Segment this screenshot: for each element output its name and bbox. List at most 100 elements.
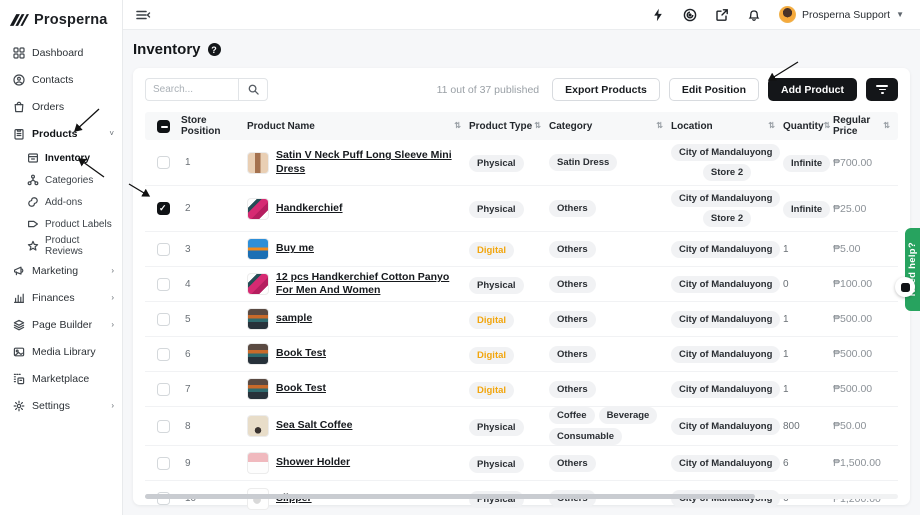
location-cell: City of Mandaluyong: [671, 377, 783, 402]
location-badge: City of Mandaluyong: [671, 144, 781, 161]
category-badge: Others: [549, 310, 596, 328]
row-checkbox[interactable]: [156, 382, 170, 396]
location-cell: City of Mandaluyong: [671, 307, 783, 332]
row-checkbox[interactable]: [156, 156, 170, 169]
product-name-link[interactable]: Shower Holder: [276, 456, 350, 469]
product-type-badge: Physical: [469, 455, 524, 473]
regular-price-value: ₱100.00: [833, 278, 873, 290]
product-name-link[interactable]: Satin V Neck Puff Long Sleeve Mini Dress: [276, 149, 463, 175]
quick-actions-icon[interactable]: [651, 7, 666, 22]
quantity-cell: 1: [783, 313, 789, 325]
category-badge: Satin Dress: [549, 154, 618, 171]
sort-icon[interactable]: ⇅: [768, 122, 775, 130]
product-name-link[interactable]: Book Test: [276, 347, 326, 360]
sidebar-item-orders[interactable]: Orders: [0, 93, 122, 120]
category-badge: Others: [549, 380, 596, 398]
inventory-card: 11 out of 37 published Export Products E…: [133, 68, 910, 510]
view-store-external-link-icon[interactable]: [715, 7, 730, 22]
product-type-badge: Physical: [469, 155, 524, 172]
product-type-badge: Digital: [469, 241, 515, 259]
sidebar-item-contacts[interactable]: Contacts: [0, 66, 122, 93]
notifications-bell-icon[interactable]: [747, 7, 762, 22]
edit-position-button[interactable]: Edit Position: [668, 78, 759, 101]
search-button[interactable]: [238, 78, 268, 101]
sidebar-item-add-ons[interactable]: Add-ons: [0, 191, 122, 213]
export-products-button[interactable]: Export Products: [552, 78, 660, 101]
sort-icon[interactable]: ⇅: [824, 122, 831, 130]
category-cell: Satin Dress: [549, 154, 671, 171]
product-name-link[interactable]: 12 pcs Handkerchief Cotton Panyo For Men…: [276, 271, 463, 297]
brand-logo[interactable]: Prosperna: [0, 0, 122, 30]
row-checkbox[interactable]: [156, 456, 170, 470]
filter-button[interactable]: [866, 78, 898, 101]
sort-icon[interactable]: ⇅: [534, 122, 541, 130]
chat-widget-button[interactable]: [895, 277, 915, 297]
table-body: 1 Satin V Neck Puff Long Sleeve Mini Dre…: [145, 140, 898, 515]
sidebar-item-settings[interactable]: Settings ›: [0, 392, 122, 419]
row-checkbox[interactable]: [156, 242, 170, 256]
top-header: Prosperna Support ▼: [123, 0, 920, 30]
need-help-tab[interactable]: Need help?: [905, 228, 920, 311]
updates-icon[interactable]: [683, 7, 698, 22]
search-icon: [248, 84, 259, 95]
location-badge: City of Mandaluyong: [671, 380, 781, 398]
product-name-link[interactable]: Book Test: [276, 382, 326, 395]
sidebar-item-label: Inventory: [45, 152, 91, 164]
location-badge: City of Mandaluyong: [671, 345, 781, 363]
search-input[interactable]: [145, 78, 238, 101]
column-product-name: Product Name ⇅: [247, 120, 461, 132]
product-type-badge: Digital: [469, 381, 515, 399]
sidebar-item-label: Contacts: [32, 73, 74, 86]
sidebar-item-label: Media Library: [32, 345, 96, 358]
contacts-icon: [12, 73, 25, 86]
location-cell: City of Mandaluyong Store 2: [671, 140, 783, 185]
sidebar-nav: Dashboard Contacts Orders Products ˅ Inventor…: [0, 30, 122, 419]
sidebar-item-label: Settings: [32, 399, 70, 412]
scrollbar-thumb[interactable]: [145, 494, 755, 499]
category-cell: Others: [549, 345, 671, 363]
column-location: Location ⇅: [671, 120, 775, 132]
sidebar-item-finances[interactable]: Finances ›: [0, 284, 122, 311]
product-name-link[interactable]: sample: [276, 312, 312, 325]
table-row: 7 Book Test Digital Others City of Manda…: [145, 372, 898, 407]
sort-icon[interactable]: ⇅: [656, 122, 663, 130]
sort-icon[interactable]: ⇅: [883, 122, 890, 130]
store-position-value: 7: [185, 383, 191, 395]
sidebar-collapse-icon[interactable]: [135, 8, 151, 22]
sidebar-item-inventory[interactable]: Inventory: [0, 147, 122, 169]
page-help-icon[interactable]: ?: [207, 43, 221, 56]
horizontal-scrollbar[interactable]: [145, 494, 898, 499]
row-checkbox[interactable]: [156, 347, 170, 361]
sidebar-item-page-builder[interactable]: Page Builder ›: [0, 311, 122, 338]
category-cell: Others: [549, 200, 671, 217]
row-checkbox[interactable]: [156, 202, 170, 215]
sidebar-item-categories[interactable]: Categories: [0, 169, 122, 191]
sidebar-item-marketing[interactable]: Marketing ›: [0, 257, 122, 284]
add-product-button[interactable]: Add Product: [768, 78, 857, 101]
table-row: 4 12 pcs Handkerchief Cotton Panyo For M…: [145, 267, 898, 302]
sidebar-item-dashboard[interactable]: Dashboard: [0, 39, 122, 66]
sidebar-item-media-library[interactable]: Media Library: [0, 338, 122, 365]
reviews-icon: [26, 240, 39, 253]
sidebar-item-product-labels[interactable]: Product Labels: [0, 213, 122, 235]
account-menu[interactable]: Prosperna Support ▼: [778, 6, 904, 23]
chevron-right-icon: ›: [111, 293, 114, 302]
regular-price-value: ₱50.00: [833, 420, 867, 432]
product-name-link[interactable]: Sea Salt Coffee: [276, 419, 352, 432]
sidebar-item-products[interactable]: Products ˅: [0, 120, 122, 147]
medialibrary-icon: [12, 345, 25, 358]
category-cell: Coffee Beverage Consumable: [549, 407, 671, 445]
product-name-link[interactable]: Handkerchief: [276, 202, 343, 215]
product-thumbnail: [247, 238, 269, 260]
row-checkbox[interactable]: [156, 312, 170, 326]
row-checkbox[interactable]: [156, 277, 170, 291]
sidebar-item-marketplace[interactable]: Marketplace: [0, 365, 122, 392]
column-store-position: Store Position: [181, 115, 221, 137]
product-name-link[interactable]: Buy me: [276, 242, 314, 255]
sidebar-item-product-reviews[interactable]: Product Reviews: [0, 235, 122, 257]
store-position-value: 4: [185, 278, 191, 290]
location-badge: City of Mandaluyong: [671, 240, 781, 258]
select-all-checkbox[interactable]: [156, 119, 170, 133]
row-checkbox[interactable]: [156, 419, 170, 433]
sort-icon[interactable]: ⇅: [454, 122, 461, 130]
